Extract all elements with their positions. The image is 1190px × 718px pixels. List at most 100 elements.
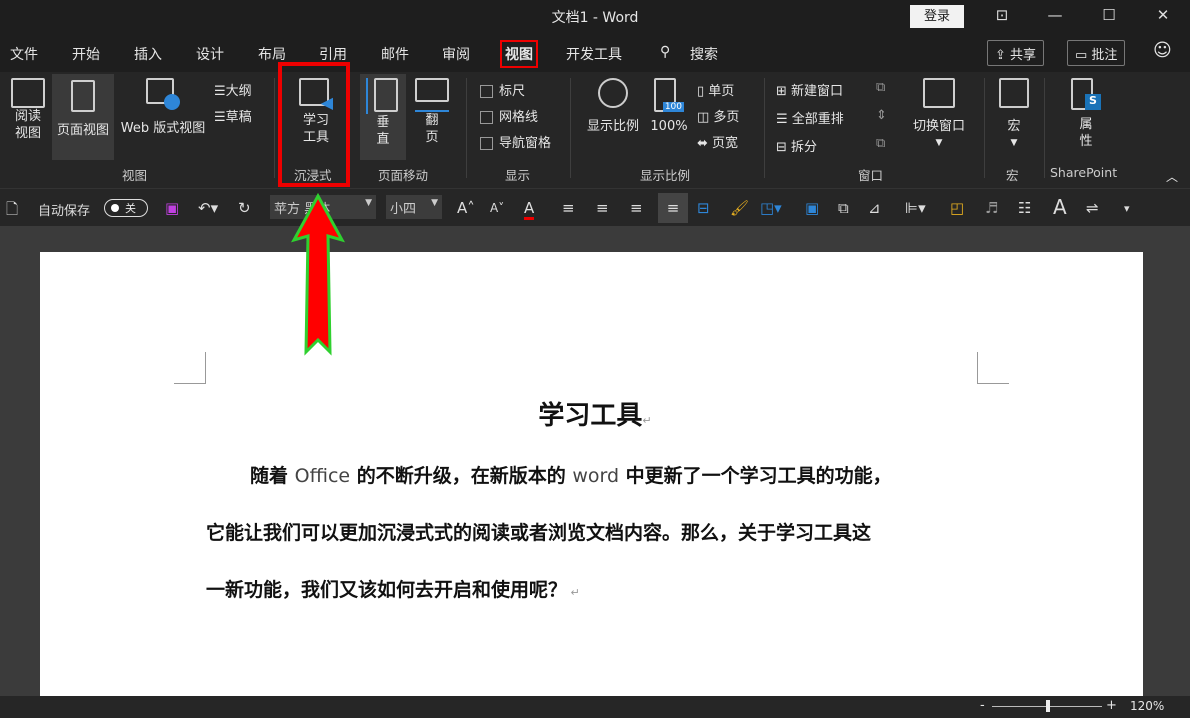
paragraph-line[interactable]: 一新功能，我们又该如何去开启和使用呢？ ↵	[206, 575, 580, 602]
font-size-dropdown[interactable]: 小四 ▼	[386, 195, 442, 219]
vertical-button[interactable]: 垂 直	[360, 74, 406, 160]
login-button[interactable]: 登录	[910, 5, 964, 28]
rotate-icon[interactable]: ⊿	[868, 199, 881, 217]
align-center-icon[interactable]: ≡	[596, 199, 609, 217]
minimize-button[interactable]: —	[1040, 6, 1070, 24]
tab-insert[interactable]: 插入	[134, 44, 162, 64]
text-box-icon[interactable]: ▣	[805, 199, 819, 217]
customize-toolbar-icon[interactable]: ▾	[1124, 202, 1130, 215]
ruler-checkbox[interactable]: 标尺	[480, 80, 525, 99]
zoom-100-button[interactable]: 100 100%	[648, 78, 690, 135]
paragraph-line[interactable]: 随着 Office 的不断升级，在新版本的 word 中更新了一个学习工具的功能…	[250, 461, 892, 488]
align-left-icon[interactable]: ≡	[562, 199, 575, 217]
quick-access-toolbar: 🗋 自动保存 关 ▣ ↶▾ ↻ 苹方 黑体 ▼ 小四 ▼ A˄ A˅ A ≡ ≡ ≡…	[0, 188, 1190, 226]
draft-icon: ☰	[214, 110, 226, 125]
checkbox-icon	[480, 85, 493, 98]
shapes-icon[interactable]: ◳▾	[760, 199, 782, 217]
side-to-side-button[interactable]: 翻 页	[412, 78, 452, 146]
table-icon[interactable]: ☷	[1018, 199, 1031, 217]
tab-search[interactable]: 搜索	[690, 44, 718, 64]
share-button[interactable]: ⇪ 共享	[987, 40, 1045, 66]
redo-icon[interactable]: ↻	[238, 199, 251, 217]
tab-developer[interactable]: 开发工具	[566, 44, 622, 64]
navigation-pane-checkbox[interactable]: 导航窗格	[480, 132, 551, 151]
save-icon[interactable]: ▣	[165, 199, 179, 217]
web-layout-label: Web 版式视图	[120, 121, 206, 136]
properties-button[interactable]: S 属 性	[1066, 78, 1106, 150]
undo-icon[interactable]: ↶▾	[198, 199, 218, 217]
web-layout-button[interactable]: Web 版式视图	[116, 78, 210, 137]
macros-button[interactable]: 宏 ▼	[994, 78, 1034, 152]
autosave-toggle[interactable]: 关	[104, 199, 148, 217]
read-aloud-icon[interactable]: ♬	[985, 199, 998, 217]
text-run: 随着	[250, 465, 295, 487]
new-window-button[interactable]: ⊞ 新建窗口	[776, 80, 843, 99]
text-run: 它能让我们可以更加沉浸式式的阅读或者浏览文档内容。那么，关于学习工具这	[206, 522, 872, 544]
shrink-font-icon[interactable]: A˅	[490, 201, 504, 215]
switch-windows-label: 切换窗口	[912, 119, 965, 134]
tab-review[interactable]: 审阅	[442, 44, 470, 64]
synchronous-scrolling-icon[interactable]: ⇕	[876, 108, 887, 123]
arrange-all-label: 全部重排	[791, 112, 844, 127]
split-button[interactable]: ⊟ 拆分	[776, 136, 817, 155]
divider	[984, 78, 985, 178]
grow-font-icon[interactable]: A˄	[457, 199, 475, 217]
font-color-icon[interactable]: A	[524, 199, 535, 220]
align-objects-icon[interactable]: ⊫▾	[905, 199, 926, 217]
tab-view[interactable]: 视图	[500, 40, 538, 68]
gridlines-label: 网格线	[499, 110, 539, 125]
multiple-pages-button[interactable]: ◫ 多页	[697, 106, 739, 125]
picture-icon[interactable]: ⧉	[838, 199, 849, 217]
maximize-button[interactable]: ☐	[1094, 6, 1124, 24]
gridlines-checkbox[interactable]: 网格线	[480, 106, 538, 125]
comments-button[interactable]: ▭ 批注	[1067, 40, 1126, 66]
tab-design[interactable]: 设计	[196, 44, 224, 64]
zoom-in-button[interactable]: +	[1106, 698, 1117, 713]
sharepoint-properties-icon: S	[1071, 78, 1101, 112]
side-label-2: 页	[425, 130, 439, 145]
tab-home[interactable]: 开始	[72, 44, 100, 64]
close-button[interactable]: ✕	[1148, 6, 1178, 24]
one-page-button[interactable]: ▯ 单页	[697, 80, 734, 99]
search-icon[interactable]: ⚲	[660, 44, 670, 60]
tab-references[interactable]: 引用	[319, 44, 347, 64]
arrange-all-button[interactable]: ☰ 全部重排	[776, 108, 844, 127]
read-mode-button[interactable]: 阅读 视图	[8, 78, 48, 142]
toggle-knob	[111, 204, 119, 212]
zoom-out-button[interactable]: -	[980, 698, 985, 713]
wrap-text-icon[interactable]: ⇌	[1086, 199, 1099, 217]
view-side-by-side-icon[interactable]: ⧉	[876, 80, 885, 95]
selection-pane-icon[interactable]: ◰	[950, 199, 964, 217]
line-spacing-icon[interactable]: ⊟	[697, 199, 710, 217]
page-width-button[interactable]: ⬌ 页宽	[697, 132, 738, 151]
align-right-icon[interactable]: ≡	[630, 199, 643, 217]
zoom-button[interactable]: 显示比例	[582, 78, 644, 135]
divider	[764, 78, 765, 178]
reset-window-position-icon[interactable]: ⧉	[876, 136, 885, 151]
ribbon-display-icon[interactable]: ⊡	[987, 6, 1017, 24]
checkbox-icon	[480, 111, 493, 124]
draft-button[interactable]: ☰草稿	[214, 106, 252, 125]
outline-button[interactable]: ☰大纲	[214, 80, 252, 99]
text-run: 一新功能，我们又该如何去开启和使用呢？	[206, 579, 568, 601]
collapse-ribbon-icon[interactable]: ︿	[1166, 168, 1178, 185]
text-run: 的不断升级，在新版本的	[350, 465, 573, 487]
print-layout-button[interactable]: 页面视图	[52, 74, 114, 160]
tab-mailings[interactable]: 邮件	[381, 44, 409, 64]
new-window-icon: ⊞	[776, 84, 792, 99]
new-document-icon[interactable]: 🗋	[6, 199, 18, 224]
tab-layout[interactable]: 布局	[258, 44, 286, 64]
zoom-slider-thumb[interactable]	[1046, 700, 1050, 712]
multiple-pages-label: 多页	[713, 110, 740, 125]
zoom-percentage[interactable]: 120%	[1130, 699, 1164, 713]
paragraph-line[interactable]: 它能让我们可以更加沉浸式式的阅读或者浏览文档内容。那么，关于学习工具这	[206, 518, 871, 545]
tab-file[interactable]: 文件	[10, 44, 38, 64]
format-painter-icon[interactable]: 🖌	[730, 199, 749, 217]
justify-icon[interactable]: ≡	[658, 193, 688, 223]
switch-windows-button[interactable]: 切换窗口 ▼	[908, 78, 970, 152]
text-style-icon[interactable]: A	[1053, 195, 1067, 219]
feedback-smiley-icon[interactable]: ☺	[1153, 40, 1172, 61]
document-heading[interactable]: 学习工具↵	[0, 395, 1190, 432]
book-icon	[11, 78, 45, 108]
text-run: 中更新了一个学习工具的功能，	[619, 465, 892, 487]
